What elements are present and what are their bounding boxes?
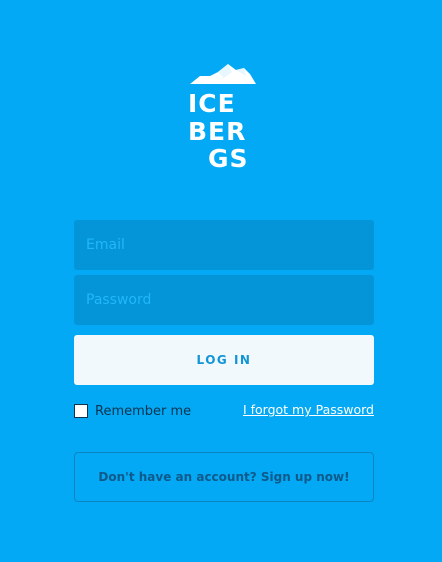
logo-text-line-1: ICE (188, 89, 236, 118)
signup-button[interactable]: Don't have an account? Sign up now! (74, 452, 374, 502)
login-page: ICE BER GS LOG IN Remember me I forgot m… (0, 0, 442, 562)
remember-me-checkbox[interactable] (74, 404, 88, 418)
logo-text-line-2: BER (188, 117, 247, 146)
password-field[interactable] (74, 275, 374, 325)
icebergs-logo: ICE BER GS (188, 62, 260, 172)
remember-me-label: Remember me (95, 403, 192, 419)
forgot-password-link[interactable]: I forgot my Password (243, 402, 374, 417)
iceberg-mountain-icon (190, 64, 256, 84)
login-button[interactable]: LOG IN (74, 335, 374, 385)
remember-me-option[interactable]: Remember me (74, 403, 191, 419)
email-field[interactable] (74, 220, 374, 270)
signup-label: Don't have an account? Sign up now! (98, 470, 350, 484)
logo-text-line-3: GS (208, 144, 249, 173)
